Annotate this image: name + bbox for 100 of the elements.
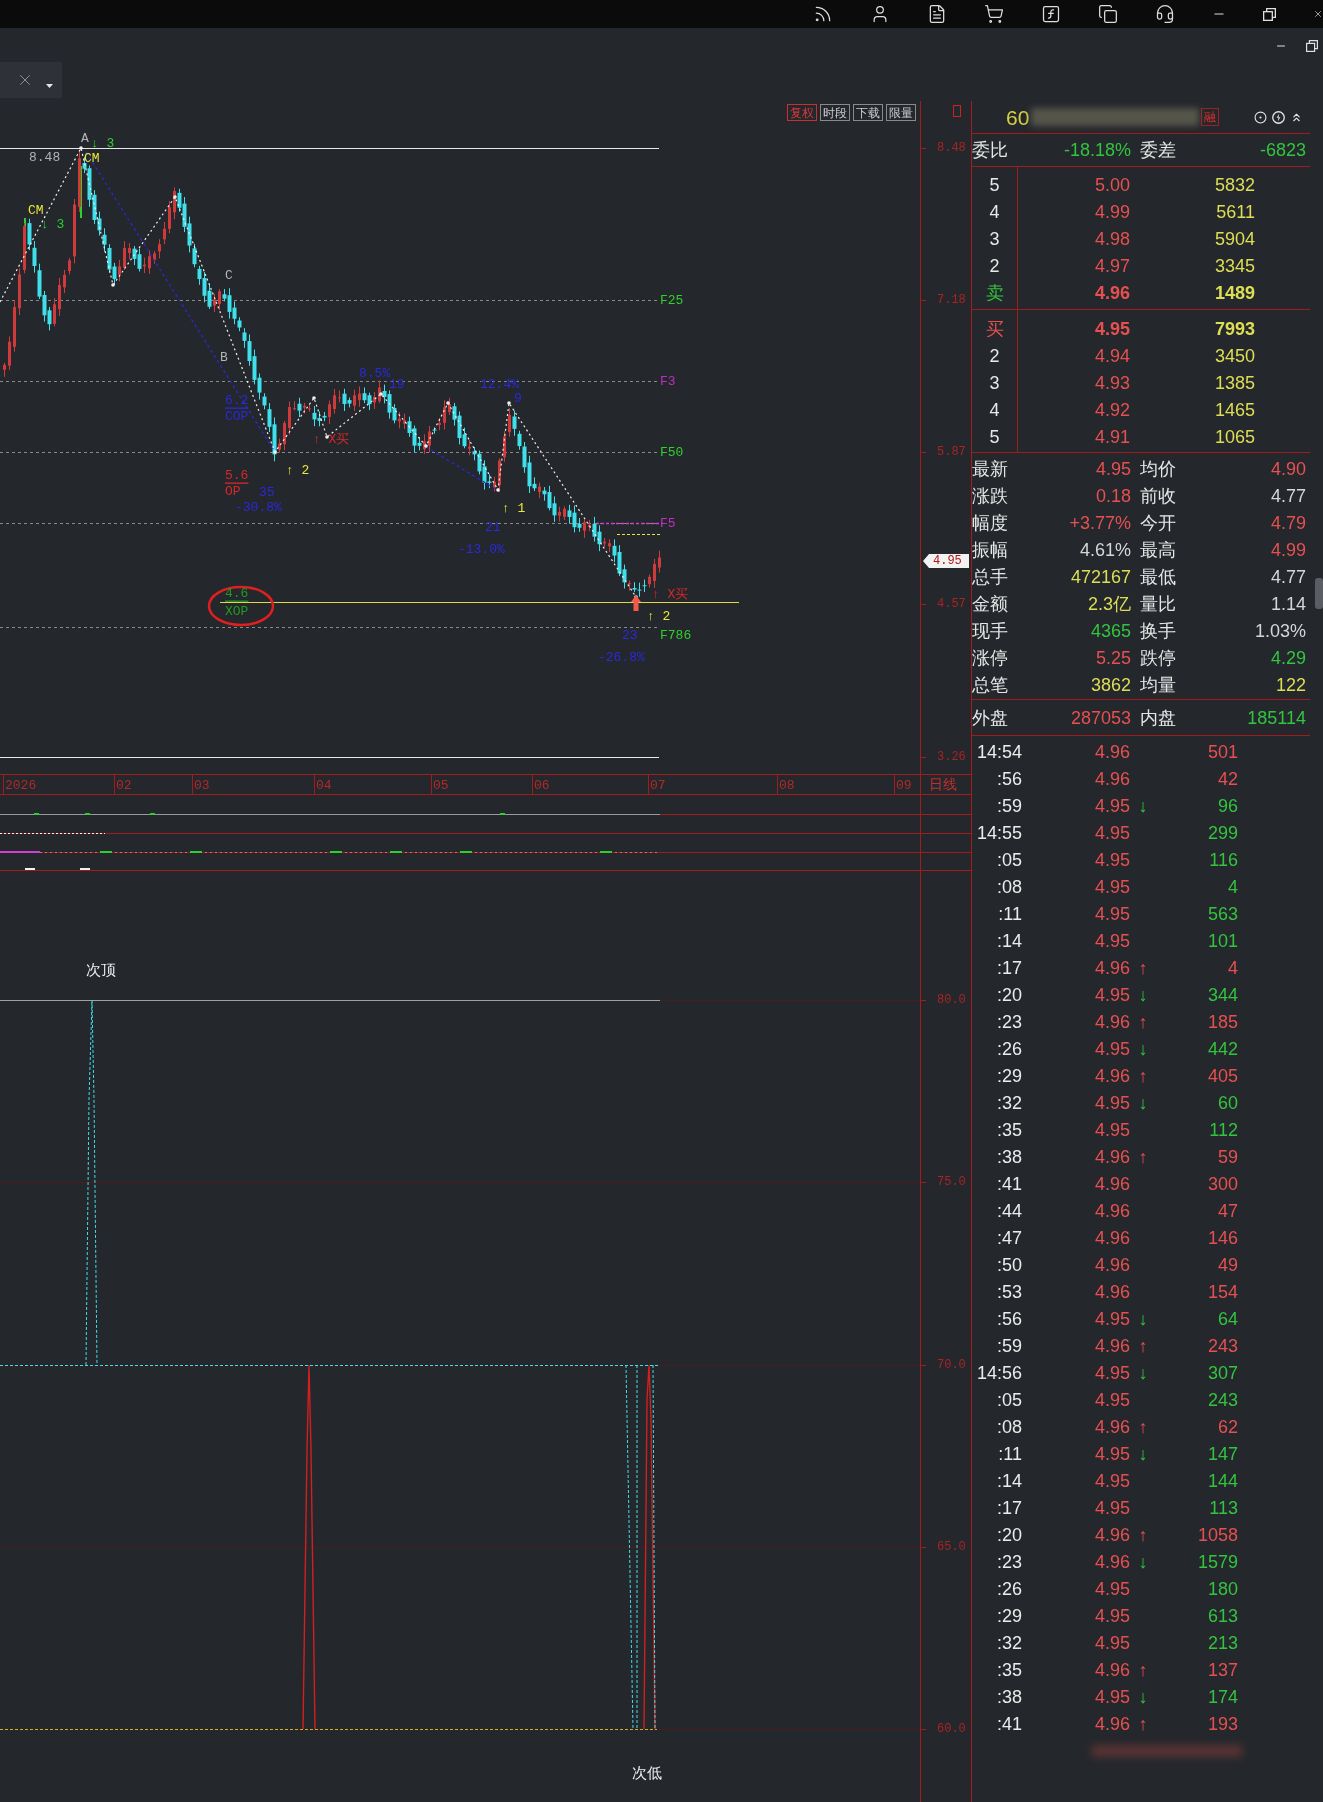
ask-price: 5.00 xyxy=(1094,175,1130,194)
ask-price: 4.98 xyxy=(1094,229,1130,248)
tick-price: 4.95 xyxy=(1094,985,1130,1004)
document-icon[interactable] xyxy=(927,4,947,24)
stat-label: 跌停 xyxy=(1139,648,1177,667)
lightning-icon[interactable] xyxy=(1272,110,1285,124)
rss-icon[interactable] xyxy=(813,4,833,24)
toolbar-button[interactable]: 下载 xyxy=(853,104,883,121)
stat-label: 涨停 xyxy=(972,648,1009,667)
tick-price: 4.96 xyxy=(1094,1228,1130,1247)
tick-price: 4.95 xyxy=(1094,823,1130,842)
headset-icon[interactable] xyxy=(1155,4,1175,24)
tick-price: 4.95 xyxy=(1094,1093,1130,1112)
stat-label: 均价 xyxy=(1139,459,1177,478)
tick-price: 4.95 xyxy=(1094,1579,1130,1598)
bid-volume: 1465 xyxy=(1214,400,1255,419)
tick-volume: 501 xyxy=(1207,742,1238,761)
close-icon[interactable] xyxy=(1313,9,1323,19)
tick-time: :05 xyxy=(996,1390,1022,1409)
chart-annotation: ↑ 2 xyxy=(647,608,671,624)
tick-time: :17 xyxy=(996,958,1022,977)
chart-annotation: 9 xyxy=(514,390,522,406)
tick-time: :08 xyxy=(996,1417,1022,1436)
stat-label: 金额 xyxy=(972,594,1009,613)
level-label: 卖 xyxy=(985,283,1004,302)
level-label: 4 xyxy=(989,400,1000,419)
tick-price: 4.95 xyxy=(1094,931,1130,950)
level-label: 3 xyxy=(989,229,1000,248)
chart-annotation: OP xyxy=(225,483,241,499)
bid-price: 4.91 xyxy=(1094,427,1130,446)
axis-label: 60.0 xyxy=(937,1722,966,1736)
stat-label: 内盘 xyxy=(1139,708,1177,727)
stat-label: 委比 xyxy=(972,141,1009,159)
stat-label: 最新 xyxy=(972,459,1009,478)
tick-time: :26 xyxy=(996,1579,1022,1598)
tick-volume: 62 xyxy=(1217,1417,1238,1436)
axis-label: 80.0 xyxy=(937,993,966,1007)
tick-price: 4.95 xyxy=(1094,850,1130,869)
tick-price: 4.96 xyxy=(1094,742,1130,761)
caret-down-icon[interactable] xyxy=(46,84,53,88)
chart-annotation: CM xyxy=(28,202,44,218)
indicator-label: 次低 xyxy=(632,1765,662,1783)
tick-price: 4.96 xyxy=(1094,1255,1130,1274)
target-icon[interactable] xyxy=(1254,110,1267,124)
ask-price: 4.96 xyxy=(1094,283,1130,302)
stat-value: 4.77 xyxy=(1270,567,1306,586)
restore-icon[interactable] xyxy=(1306,40,1318,52)
stat-value: 1.14 xyxy=(1270,594,1306,613)
restore-icon[interactable] xyxy=(1263,7,1276,21)
chart-annotation: -13.0% xyxy=(458,541,505,557)
tick-price: 4.96 xyxy=(1094,1066,1130,1085)
tick-volume: 116 xyxy=(1209,850,1238,869)
tick-time: :41 xyxy=(996,1714,1022,1733)
tick-arrow: ↓ xyxy=(1138,1687,1148,1706)
tick-time: :38 xyxy=(996,1687,1022,1706)
function-icon[interactable] xyxy=(1041,4,1061,24)
tick-volume: 4 xyxy=(1228,877,1238,896)
stat-label: 前收 xyxy=(1139,486,1177,505)
tick-arrow: ↓ xyxy=(1138,796,1148,815)
copy-icon[interactable] xyxy=(1098,4,1118,24)
tick-price: 4.95 xyxy=(1094,1363,1130,1382)
tick-volume: 47 xyxy=(1217,1201,1238,1220)
stat-value: +3.77% xyxy=(1069,513,1131,532)
tick-volume: 180 xyxy=(1207,1579,1238,1598)
date-label: 09 xyxy=(896,777,912,793)
tick-time: :29 xyxy=(996,1066,1022,1085)
signal-line xyxy=(80,165,82,219)
chart-annotation: ↑ 2 xyxy=(286,462,310,478)
tick-price: 4.95 xyxy=(1094,1444,1130,1463)
axis-label: 7.18 xyxy=(937,293,966,307)
tick-volume: 405 xyxy=(1207,1066,1238,1085)
tick-arrow: ↑ xyxy=(1138,1336,1148,1355)
tick-volume: 174 xyxy=(1207,1687,1238,1706)
scrollbar-thumb[interactable] xyxy=(1315,578,1323,609)
tick-price: 4.95 xyxy=(1094,796,1130,815)
tick-price: 4.96 xyxy=(1094,1714,1130,1733)
stat-label: 现手 xyxy=(972,621,1009,640)
tick-volume: 213 xyxy=(1207,1633,1238,1652)
panel-toggle-icon[interactable] xyxy=(953,105,961,117)
axis-label: 70.0 xyxy=(937,1358,966,1372)
level-label: 2 xyxy=(989,346,1000,365)
stat-value: -18.18% xyxy=(1063,141,1131,159)
toolbar-button[interactable]: 时段 xyxy=(820,104,850,121)
tick-price: 4.95 xyxy=(1094,1633,1130,1652)
tick-time: :32 xyxy=(996,1093,1022,1112)
cart-icon[interactable] xyxy=(984,4,1004,24)
toolbar-button[interactable]: 限量 xyxy=(886,104,916,121)
fib-level-label: F5 xyxy=(660,515,676,531)
tick-volume: 243 xyxy=(1207,1390,1238,1409)
tick-arrow: ↑ xyxy=(1138,1147,1148,1166)
tick-volume: 613 xyxy=(1207,1606,1238,1625)
tick-arrow: ↓ xyxy=(1138,1444,1148,1463)
tick-arrow: ↓ xyxy=(1138,1552,1148,1571)
stat-label: 最低 xyxy=(1139,567,1177,586)
chart-annotation: ↑ 1 xyxy=(502,500,526,516)
tick-price: 4.95 xyxy=(1094,1498,1130,1517)
chart-annotation: 35 xyxy=(259,484,275,500)
tick-volume: 42 xyxy=(1217,769,1238,788)
level-label: 5 xyxy=(989,175,1000,194)
tick-volume: 307 xyxy=(1207,1363,1238,1382)
